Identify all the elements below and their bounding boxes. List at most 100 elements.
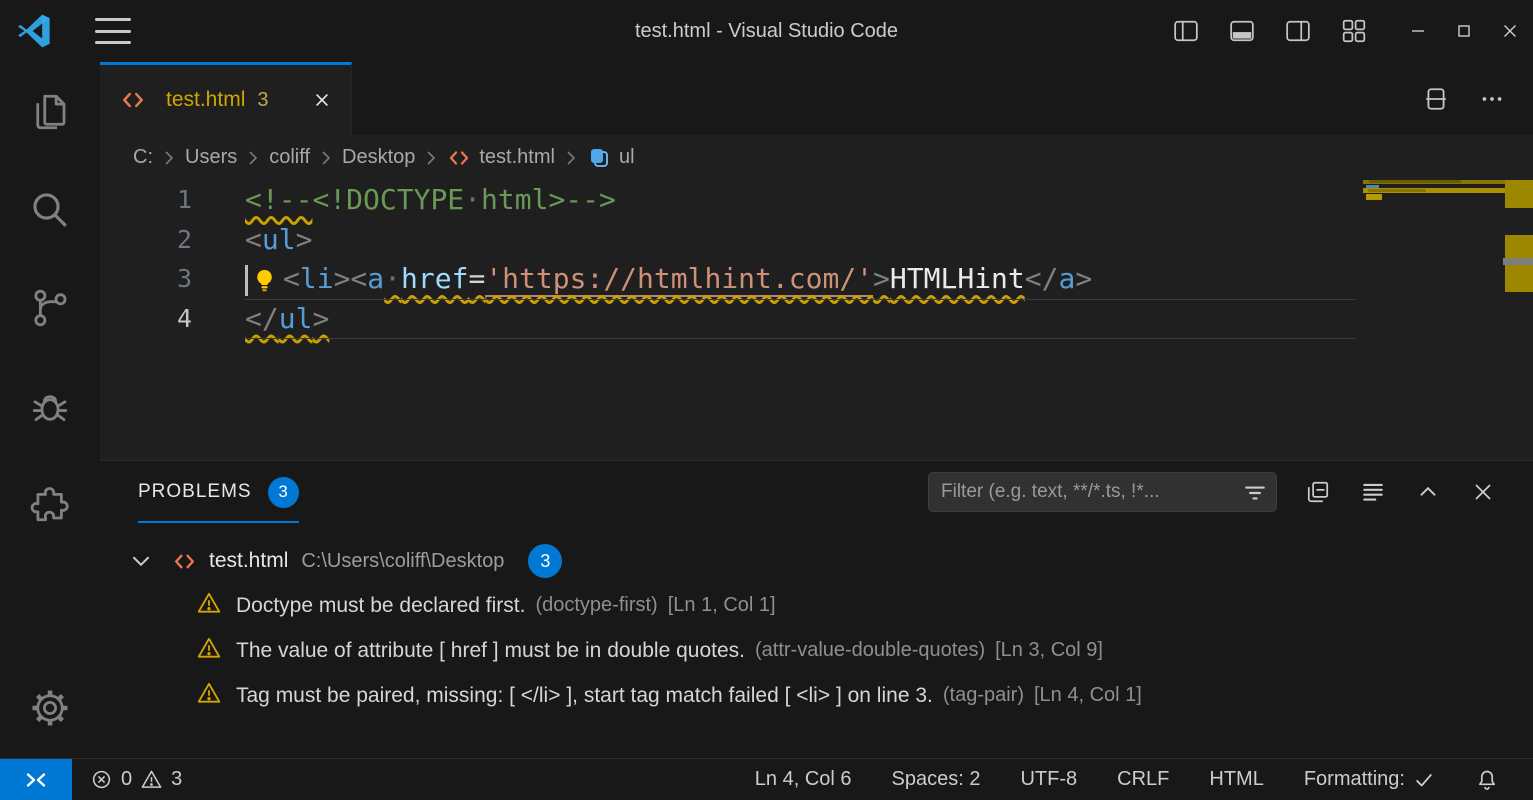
run-and-debug-icon[interactable] bbox=[26, 382, 74, 430]
toggle-panel-icon[interactable] bbox=[1227, 16, 1257, 46]
line-number[interactable]: 4 bbox=[100, 299, 245, 339]
breadcrumb-item-test-html[interactable]: test.html bbox=[447, 146, 555, 170]
formatting-label: Formatting: bbox=[1304, 768, 1405, 791]
code-token: href bbox=[401, 262, 468, 295]
breadcrumb: C: Users coliff Desktop test.html ul bbox=[100, 135, 1533, 180]
explorer-icon[interactable] bbox=[26, 88, 74, 136]
problems-filter-input[interactable] bbox=[929, 473, 1276, 511]
problem-source: (tag-pair) bbox=[943, 684, 1024, 707]
minimap-line-1-text bbox=[1369, 180, 1461, 183]
problems-status[interactable]: 0 3 bbox=[86, 759, 186, 800]
problems-count-badge: 3 bbox=[268, 477, 299, 508]
code-token: a bbox=[367, 262, 384, 295]
code-token: </ bbox=[245, 302, 279, 335]
ruler-warning-mark-top bbox=[1505, 180, 1533, 208]
breadcrumb-item-ul[interactable]: ul bbox=[587, 146, 635, 170]
line-content[interactable]: <ul> bbox=[245, 220, 312, 260]
breadcrumb-item-c-[interactable]: C: bbox=[133, 146, 153, 169]
minimize-button[interactable] bbox=[1395, 0, 1441, 62]
filter-icon[interactable] bbox=[1242, 480, 1268, 506]
code-token: ul bbox=[279, 302, 313, 335]
customize-layout-icon[interactable] bbox=[1339, 16, 1369, 46]
line-content[interactable]: <li><a·href='https://htmlhint.com/'>HTML… bbox=[245, 259, 1092, 299]
tab-test-html[interactable]: test.html 3 bbox=[100, 62, 352, 135]
chevron-down-icon[interactable] bbox=[128, 548, 154, 574]
remote-indicator[interactable] bbox=[0, 759, 72, 800]
line-number[interactable]: 2 bbox=[100, 220, 245, 260]
breadcrumb-label: Desktop bbox=[342, 146, 415, 169]
manage-gear-icon[interactable] bbox=[26, 684, 74, 732]
problem-location: [Ln 1, Col 1] bbox=[668, 594, 776, 617]
formatting-status[interactable]: Formatting: bbox=[1300, 768, 1439, 791]
breadcrumb-item-coliff[interactable]: coliff bbox=[269, 146, 310, 169]
warning-icon bbox=[196, 635, 222, 666]
breadcrumb-separator-icon bbox=[246, 149, 260, 167]
source-control-icon[interactable] bbox=[26, 284, 74, 332]
code-token: · bbox=[464, 183, 481, 216]
problem-location: [Ln 4, Col 1] bbox=[1034, 684, 1142, 707]
problem-message: Doctype must be declared first. bbox=[236, 594, 525, 618]
breadcrumb-label: test.html bbox=[479, 146, 555, 169]
maximize-button[interactable] bbox=[1441, 0, 1487, 62]
vscode-logo-icon bbox=[17, 14, 51, 48]
menu-icon[interactable] bbox=[95, 18, 131, 44]
tab-bar: test.html 3 bbox=[100, 62, 1533, 135]
code-editor[interactable]: 1<!--<!DOCTYPE·html>-->2<ul>3<li><a·href… bbox=[100, 180, 1533, 460]
line-content[interactable]: <!--<!DOCTYPE·html>--> bbox=[245, 180, 616, 220]
tab-close-icon[interactable] bbox=[309, 87, 335, 113]
search-icon[interactable] bbox=[26, 186, 74, 234]
more-actions-icon[interactable] bbox=[1477, 84, 1507, 114]
status-eol[interactable]: CRLF bbox=[1113, 768, 1173, 791]
status-bar: 0 3 Ln 4, Col 6 Spaces: 2 UTF-8 CRLF HTML Fo… bbox=[0, 758, 1533, 800]
breadcrumb-label: Users bbox=[185, 146, 237, 169]
ruler-cursor-mark bbox=[1503, 258, 1533, 265]
title-bar: test.html - Visual Studio Code bbox=[0, 0, 1533, 62]
status-language-mode[interactable]: HTML bbox=[1205, 768, 1267, 791]
close-panel-icon[interactable] bbox=[1469, 478, 1497, 506]
status-encoding[interactable]: UTF-8 bbox=[1016, 768, 1081, 791]
line-number[interactable]: 1 bbox=[100, 180, 245, 220]
code-line-4[interactable]: 4</ul> bbox=[100, 299, 1356, 339]
code-token: > bbox=[312, 302, 329, 335]
lightbulb-icon[interactable] bbox=[251, 267, 278, 294]
maximize-panel-icon[interactable] bbox=[1414, 478, 1442, 506]
problems-tab[interactable]: PROBLEMS 3 bbox=[138, 461, 299, 523]
problem-location: [Ln 3, Col 9] bbox=[995, 639, 1103, 662]
problem-row-2[interactable]: The value of attribute [ href ] must be … bbox=[100, 628, 1533, 673]
status-cursor-position[interactable]: Ln 4, Col 6 bbox=[751, 768, 856, 791]
minimap[interactable] bbox=[1363, 180, 1505, 458]
problems-file-badge: 3 bbox=[528, 544, 562, 578]
extensions-icon[interactable] bbox=[26, 480, 74, 528]
code-token: <!-- bbox=[245, 183, 312, 216]
code-token: < bbox=[283, 262, 300, 295]
problem-row-3[interactable]: Tag must be paired, missing: [ </li> ], … bbox=[100, 673, 1533, 718]
tab-problem-badge: 3 bbox=[257, 89, 268, 112]
problem-source: (doctype-first) bbox=[535, 594, 657, 617]
text-cursor bbox=[245, 265, 248, 296]
toggle-primary-sidebar-icon[interactable] bbox=[1171, 16, 1201, 46]
status-indentation[interactable]: Spaces: 2 bbox=[888, 768, 985, 791]
view-as-table-icon[interactable] bbox=[1359, 478, 1387, 506]
warning-icon bbox=[140, 768, 163, 791]
breadcrumb-label: ul bbox=[619, 146, 635, 169]
split-editor-icon[interactable] bbox=[1421, 84, 1451, 114]
problems-file-group[interactable]: test.html C:\Users\coliff\Desktop 3 bbox=[100, 539, 1533, 583]
code-line-1[interactable]: 1<!--<!DOCTYPE·html>--> bbox=[100, 180, 1356, 220]
problem-row-1[interactable]: Doctype must be declared first. (doctype-… bbox=[100, 583, 1533, 628]
code-line-3[interactable]: 3<li><a·href='https://htmlhint.com/'>HTM… bbox=[100, 259, 1356, 299]
tab-label: test.html bbox=[166, 88, 245, 112]
symbol-icon bbox=[587, 146, 611, 170]
breadcrumb-item-desktop[interactable]: Desktop bbox=[342, 146, 415, 169]
check-icon bbox=[1413, 769, 1435, 791]
code-token: li bbox=[300, 262, 334, 295]
line-number[interactable]: 3 bbox=[100, 259, 245, 299]
notifications-bell-icon[interactable] bbox=[1471, 768, 1503, 792]
code-line-2[interactable]: 2<ul> bbox=[100, 220, 1356, 260]
line-content[interactable]: </ul> bbox=[245, 299, 329, 339]
breadcrumb-item-users[interactable]: Users bbox=[185, 146, 237, 169]
toggle-secondary-sidebar-icon[interactable] bbox=[1283, 16, 1313, 46]
close-window-button[interactable] bbox=[1487, 0, 1533, 62]
overview-ruler[interactable] bbox=[1505, 180, 1533, 460]
problems-tab-label: PROBLEMS bbox=[138, 481, 252, 503]
collapse-all-icon[interactable] bbox=[1304, 478, 1332, 506]
